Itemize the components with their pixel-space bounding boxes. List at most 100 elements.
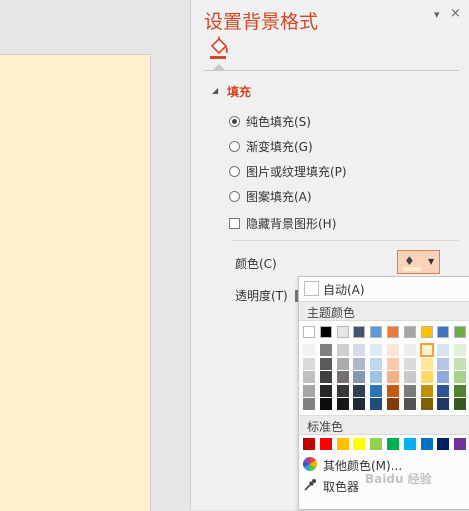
icon-tab-indicator: [213, 64, 225, 70]
theme-shade-swatch[interactable]: [387, 357, 399, 370]
standard-color-swatch[interactable]: [303, 438, 315, 450]
standard-color-swatch[interactable]: [336, 438, 349, 450]
theme-shade-swatch[interactable]: [403, 357, 416, 370]
theme-shade-swatch[interactable]: [353, 344, 366, 356]
theme-shade-swatch[interactable]: [420, 398, 433, 410]
theme-colors-label: 主题颜色: [307, 306, 356, 320]
theme-shade-swatch[interactable]: [403, 344, 416, 356]
standard-color-swatch[interactable]: [403, 438, 416, 450]
slide-canvas[interactable]: [0, 54, 151, 511]
radio-solid-fill[interactable]: 纯色填充(S): [229, 112, 311, 130]
theme-shade-swatch[interactable]: [319, 344, 332, 356]
theme-shade-swatch[interactable]: [454, 357, 467, 370]
close-icon[interactable]: ×: [450, 6, 461, 21]
theme-shade-swatch[interactable]: [420, 384, 433, 397]
auto-color-label: 自动(A): [323, 283, 365, 297]
section-divider: [231, 240, 459, 241]
theme-shade-swatch[interactable]: [303, 384, 315, 397]
radio-gradient-fill[interactable]: 渐变填充(G): [229, 137, 313, 155]
theme-shade-swatch[interactable]: [303, 398, 315, 410]
theme-shade-swatch[interactable]: [387, 371, 399, 383]
pane-options-icon[interactable]: ▾: [434, 8, 440, 21]
theme-shade-swatch[interactable]: [437, 384, 450, 397]
theme-color-swatch[interactable]: [336, 326, 349, 338]
theme-shade-swatch[interactable]: [336, 357, 349, 370]
theme-shade-swatch[interactable]: [319, 398, 332, 410]
hide-background-checkbox-row[interactable]: 隐藏背景图形(H): [229, 214, 336, 232]
standard-color-swatch[interactable]: [387, 438, 399, 450]
standard-color-swatch[interactable]: [420, 438, 433, 450]
theme-color-swatch[interactable]: [353, 326, 366, 338]
theme-shade-swatch[interactable]: [319, 371, 332, 383]
theme-shade-swatch[interactable]: [420, 371, 433, 383]
current-color-swatch: [403, 267, 421, 271]
standard-color-swatch[interactable]: [353, 438, 366, 450]
radio-pattern-fill[interactable]: 图案填充(A): [229, 187, 312, 205]
theme-shade-swatch[interactable]: [437, 344, 450, 356]
theme-shade-swatch[interactable]: [353, 371, 366, 383]
theme-shade-swatch[interactable]: [319, 384, 332, 397]
theme-color-swatch[interactable]: [370, 326, 383, 338]
theme-shade-swatch[interactable]: [454, 344, 467, 356]
radio-picture-fill[interactable]: 图片或纹理填充(P): [229, 162, 347, 180]
standard-color-swatch[interactable]: [370, 438, 383, 450]
theme-shade-swatch[interactable]: [336, 384, 349, 397]
theme-shade-swatch[interactable]: [420, 357, 433, 370]
theme-shade-swatch[interactable]: [454, 384, 467, 397]
theme-shade-swatch[interactable]: [437, 398, 450, 410]
theme-shade-swatch[interactable]: [403, 384, 416, 397]
theme-shade-swatch[interactable]: [370, 398, 383, 410]
standard-colors-header: 标准色: [299, 415, 469, 435]
theme-shade-swatch[interactable]: [454, 371, 467, 383]
theme-color-swatch[interactable]: [420, 326, 433, 338]
theme-shade-swatch[interactable]: [303, 357, 315, 370]
theme-shade-swatch[interactable]: [370, 344, 383, 356]
theme-color-swatch[interactable]: [403, 326, 416, 338]
theme-shade-swatch[interactable]: [437, 371, 450, 383]
triangle-expanded-icon[interactable]: ◢: [212, 86, 218, 95]
radio-button[interactable]: [229, 115, 240, 127]
radio-button[interactable]: [229, 165, 240, 177]
theme-shade-swatch[interactable]: [370, 371, 383, 383]
theme-shade-swatch[interactable]: [353, 398, 366, 410]
theme-shade-swatch[interactable]: [454, 398, 467, 410]
standard-color-swatch[interactable]: [437, 438, 450, 450]
color-picker-button[interactable]: ♦ ▼: [397, 250, 440, 274]
theme-shade-swatch[interactable]: [387, 398, 399, 410]
radio-button[interactable]: [229, 140, 240, 152]
theme-shade-swatch[interactable]: [353, 357, 366, 370]
theme-color-swatch[interactable]: [387, 326, 399, 338]
theme-shade-swatch[interactable]: [303, 371, 315, 383]
radio-button[interactable]: [229, 190, 240, 202]
theme-shade-swatch[interactable]: [336, 371, 349, 383]
theme-shade-swatch[interactable]: [370, 384, 383, 397]
color-wheel-icon: [303, 457, 317, 471]
theme-color-swatch[interactable]: [303, 326, 315, 338]
theme-shade-swatch[interactable]: [336, 344, 349, 356]
hide-background-checkbox[interactable]: [229, 217, 240, 229]
theme-color-swatch[interactable]: [319, 326, 332, 338]
theme-color-swatch[interactable]: [454, 326, 467, 338]
theme-shade-swatch[interactable]: [370, 357, 383, 370]
theme-colors-header: 主题颜色: [299, 301, 469, 321]
theme-shade-swatch[interactable]: [336, 398, 349, 410]
theme-shade-swatch[interactable]: [403, 398, 416, 410]
standard-color-swatch[interactable]: [454, 438, 467, 450]
auto-color-item[interactable]: 自动(A): [299, 278, 469, 298]
standard-color-swatch[interactable]: [319, 438, 332, 450]
theme-color-swatch[interactable]: [437, 326, 450, 338]
fill-bucket-icon: ♦: [404, 254, 415, 268]
theme-shade-swatch[interactable]: [419, 343, 434, 357]
fill-bucket-icon[interactable]: [208, 36, 234, 60]
theme-shade-swatch[interactable]: [437, 357, 450, 370]
radio-label: 渐变填充(G): [246, 139, 313, 154]
theme-shade-swatch[interactable]: [387, 384, 399, 397]
theme-shade-swatch[interactable]: [387, 344, 399, 356]
theme-shade-swatch[interactable]: [353, 384, 366, 397]
fill-section-header[interactable]: 填充: [227, 83, 251, 100]
theme-shade-swatch[interactable]: [303, 344, 315, 356]
icon-tab-divider: [204, 70, 459, 71]
theme-shade-swatch[interactable]: [319, 357, 332, 370]
theme-shade-swatch[interactable]: [403, 371, 416, 383]
color-label: 颜色(C): [235, 257, 277, 271]
